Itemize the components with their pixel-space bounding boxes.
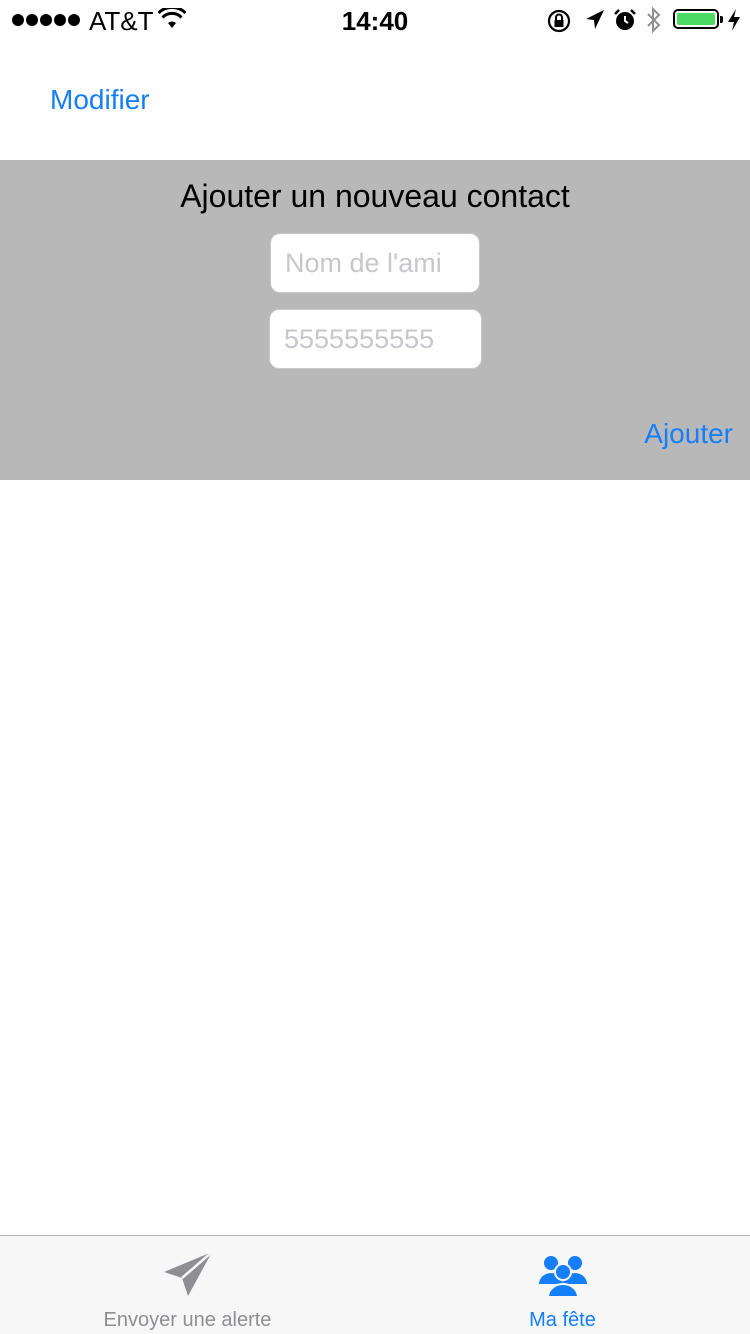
tab-label: Envoyer une alerte <box>103 1309 272 1331</box>
add-contact-title: Ajouter un nouveau contact <box>180 178 570 214</box>
tab-bar: Envoyer une alerte Ma fête <box>0 1235 750 1334</box>
friend-name-input[interactable] <box>270 233 480 293</box>
tab-label: Ma fête <box>529 1309 596 1331</box>
status-bar: AT&T 14:40 <box>0 0 750 40</box>
tab-my-party[interactable]: Ma fête <box>375 1236 750 1334</box>
phone-number-input[interactable] <box>269 309 482 369</box>
add-contact-button[interactable]: Ajouter <box>644 418 733 450</box>
location-arrow-icon <box>586 10 604 29</box>
orientation-lock-icon <box>547 9 571 33</box>
bluetooth-icon <box>647 6 661 34</box>
tab-send-alert[interactable]: Envoyer une alerte <box>0 1236 375 1334</box>
group-icon <box>538 1256 587 1298</box>
battery-icon <box>673 9 723 29</box>
navigation-bar: Modifier <box>0 40 750 160</box>
add-contact-panel: Ajouter un nouveau contact Ajouter <box>0 160 750 480</box>
edit-button[interactable]: Modifier <box>50 84 150 116</box>
charging-bolt-icon <box>728 9 740 31</box>
status-time: 14:40 <box>341 6 409 36</box>
paper-plane-icon <box>163 1251 213 1296</box>
alarm-icon <box>614 9 636 30</box>
